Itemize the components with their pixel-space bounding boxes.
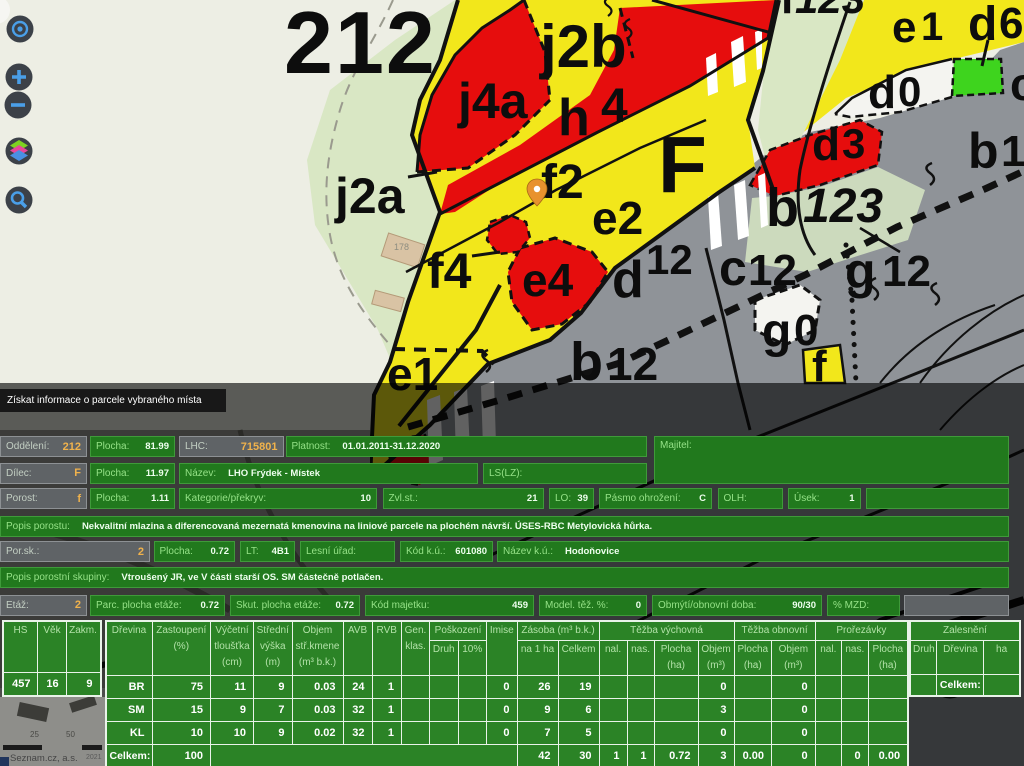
svg-text:j2a: j2a (334, 168, 406, 224)
svg-text:178: 178 (394, 242, 409, 252)
svg-text:h: h (558, 89, 590, 147)
svg-text:e2: e2 (592, 192, 643, 244)
svg-text:1: 1 (1001, 127, 1024, 176)
svg-text:6: 6 (999, 0, 1023, 48)
svg-text:4: 4 (601, 80, 628, 133)
svg-text:g: g (845, 243, 876, 299)
svg-text:j2b: j2b (539, 13, 627, 80)
svg-text:g: g (762, 305, 791, 358)
svg-text:b: b (766, 178, 799, 238)
svg-text:12: 12 (748, 246, 797, 295)
svg-text:f2: f2 (541, 156, 584, 209)
svg-text:e: e (892, 3, 916, 52)
svg-text:j4a: j4a (457, 73, 529, 129)
svg-text:3: 3 (842, 120, 865, 167)
svg-text:c: c (719, 240, 747, 296)
svg-text:e4: e4 (522, 254, 574, 306)
svg-text:0: 0 (898, 68, 921, 115)
svg-text:d: d (612, 251, 644, 309)
svg-text:d: d (868, 66, 896, 118)
svg-text:12: 12 (882, 247, 931, 296)
svg-text:123: 123 (795, 0, 865, 22)
svg-text:212: 212 (284, 0, 437, 92)
svg-text:1: 1 (921, 5, 943, 49)
svg-text:d: d (968, 0, 997, 51)
svg-text:b: b (968, 123, 999, 179)
svg-text:c: c (1010, 58, 1024, 110)
svg-text:f4: f4 (427, 243, 472, 299)
svg-text:12: 12 (646, 236, 693, 283)
svg-text:d: d (812, 118, 840, 170)
svg-text:f: f (780, 0, 795, 23)
svg-text:123: 123 (803, 180, 883, 233)
svg-text:F: F (658, 120, 707, 209)
